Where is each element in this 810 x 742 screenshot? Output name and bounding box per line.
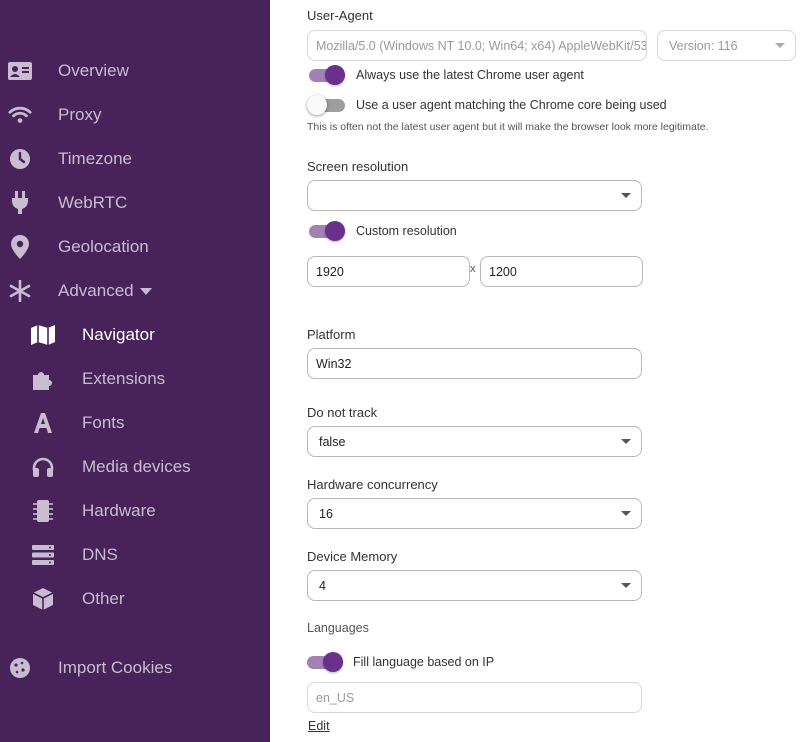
sidebar-item-geolocation[interactable]: Geolocation xyxy=(0,227,270,267)
languages-input[interactable]: en_US xyxy=(307,682,642,713)
do-not-track-select[interactable]: false xyxy=(307,426,642,457)
device-memory-label: Device Memory xyxy=(307,549,398,564)
sidebar-item-label: DNS xyxy=(82,545,118,564)
sidebar-item-label: Navigator xyxy=(82,325,155,344)
languages-label: Languages xyxy=(307,621,369,635)
do-not-track-label: Do not track xyxy=(307,405,378,420)
core-ua-label: Use a user agent matching the Chrome cor… xyxy=(356,98,667,112)
map-pin-icon xyxy=(8,235,32,259)
hardware-concurrency-select[interactable]: 16 xyxy=(307,498,642,529)
user-agent-input[interactable]: Mozilla/5.0 (Windows NT 10.0; Win64; x64… xyxy=(307,30,647,61)
sidebar-item-label: Other xyxy=(82,589,125,608)
sidebar-item-label: Import Cookies xyxy=(58,658,173,677)
latest-chrome-ua-label: Always use the latest Chrome user agent xyxy=(356,68,584,82)
user-agent-label: User-Agent xyxy=(307,8,373,23)
id-card-icon xyxy=(8,59,32,83)
cube-icon xyxy=(31,587,55,611)
sidebar-item-dns[interactable]: DNS xyxy=(0,535,270,575)
caret-down-icon xyxy=(621,510,631,516)
caret-down-icon xyxy=(621,192,631,198)
resolution-height-input[interactable]: 1200 xyxy=(480,256,643,287)
sidebar-item-label: Geolocation xyxy=(58,237,149,256)
sidebar-item-extensions[interactable]: Extensions xyxy=(0,359,270,399)
sidebar-item-fonts[interactable]: Fonts xyxy=(0,403,270,443)
server-icon xyxy=(31,543,55,567)
resolution-width-input[interactable]: 1920 xyxy=(307,256,470,287)
puzzle-icon xyxy=(31,367,55,391)
sidebar-item-navigator[interactable]: Navigator xyxy=(0,315,270,355)
asterisk-icon xyxy=(8,279,32,303)
clock-icon xyxy=(8,147,32,171)
sidebar-item-webrtc[interactable]: WebRTC xyxy=(0,183,270,223)
platform-label: Platform xyxy=(307,327,356,342)
sidebar: Overview Proxy Timezone WebRTC Geolocati… xyxy=(0,0,270,742)
caret-down-icon xyxy=(139,288,152,296)
sidebar-item-label: Advanced xyxy=(58,281,152,301)
sidebar-item-other[interactable]: Other xyxy=(0,579,270,619)
sidebar-item-overview[interactable]: Overview xyxy=(0,51,270,91)
caret-down-icon xyxy=(621,582,631,588)
core-ua-toggle[interactable] xyxy=(307,95,345,115)
sidebar-item-label: Timezone xyxy=(58,149,133,168)
screen-resolution-select[interactable] xyxy=(307,180,642,211)
chip-icon xyxy=(31,499,55,523)
edit-languages-link[interactable]: Edit xyxy=(308,719,330,733)
fill-language-toggle[interactable] xyxy=(305,652,343,672)
plug-icon xyxy=(8,191,32,215)
headphones-icon xyxy=(31,455,55,479)
caret-down-icon xyxy=(775,42,785,48)
sidebar-item-label: Fonts xyxy=(82,413,125,432)
core-ua-hint: This is often not the latest user agent … xyxy=(307,121,709,133)
hardware-concurrency-label: Hardware concurrency xyxy=(307,477,438,492)
custom-resolution-label: Custom resolution xyxy=(356,224,457,238)
sidebar-item-advanced[interactable]: Advanced xyxy=(0,271,270,311)
sidebar-item-import-cookies[interactable]: Import Cookies xyxy=(0,648,270,688)
sidebar-item-proxy[interactable]: Proxy xyxy=(0,95,270,135)
fill-language-label: Fill language based on IP xyxy=(353,655,495,669)
sidebar-item-hardware[interactable]: Hardware xyxy=(0,491,270,531)
resolution-separator: x xyxy=(470,263,476,275)
sidebar-item-label: Media devices xyxy=(82,457,191,476)
sidebar-item-media-devices[interactable]: Media devices xyxy=(0,447,270,487)
platform-input[interactable]: Win32 xyxy=(307,348,642,379)
sidebar-item-label: Proxy xyxy=(58,105,102,124)
cookie-icon xyxy=(8,656,32,680)
latest-chrome-ua-toggle[interactable] xyxy=(307,65,345,85)
sidebar-item-label: WebRTC xyxy=(58,193,128,212)
font-icon xyxy=(31,411,55,435)
version-select[interactable]: Version: 116 xyxy=(657,30,796,61)
sidebar-item-label: Overview xyxy=(58,61,129,80)
sidebar-item-label: Extensions xyxy=(82,369,166,388)
sidebar-item-timezone[interactable]: Timezone xyxy=(0,139,270,179)
device-memory-select[interactable]: 4 xyxy=(307,570,642,601)
map-icon xyxy=(31,323,55,347)
caret-down-icon xyxy=(621,438,631,444)
custom-resolution-toggle[interactable] xyxy=(307,221,345,241)
sidebar-item-label: Hardware xyxy=(82,501,156,520)
wifi-icon xyxy=(8,103,32,127)
screen-resolution-label: Screen resolution xyxy=(307,159,409,174)
